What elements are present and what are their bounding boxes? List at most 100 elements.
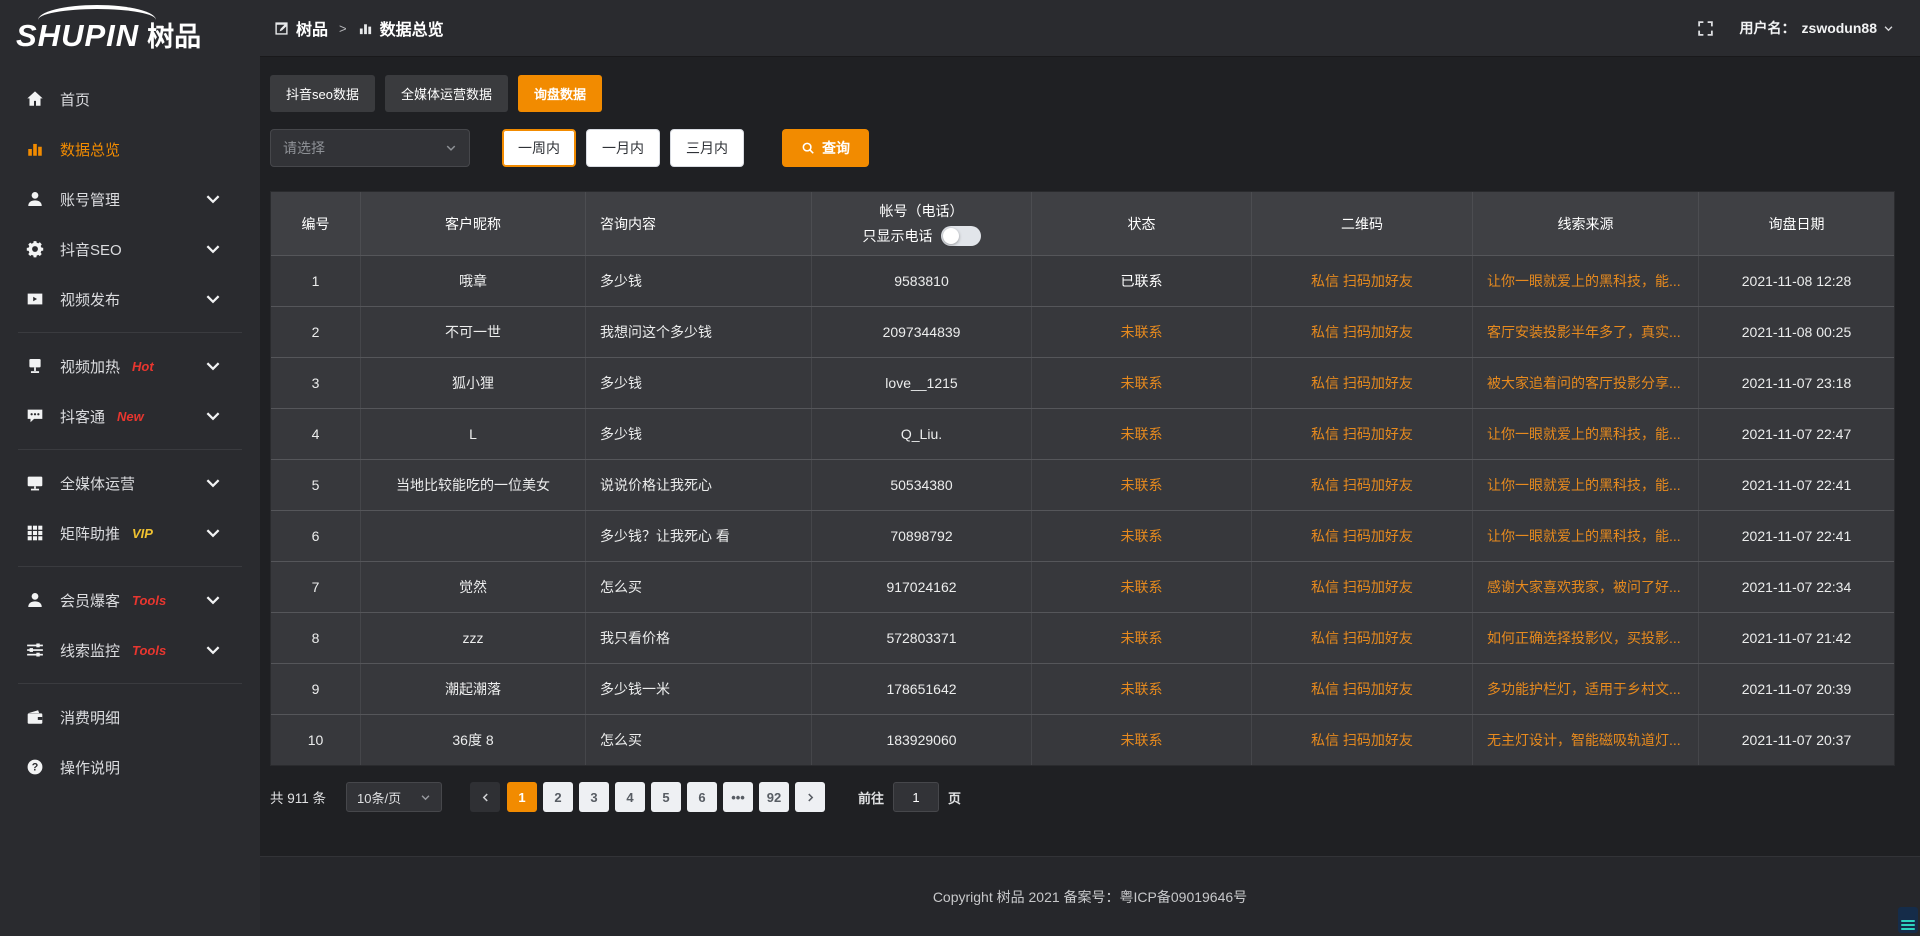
chevron-down-icon bbox=[204, 357, 222, 375]
gear-icon bbox=[26, 240, 44, 258]
username-dropdown[interactable]: 用户名：zswodun88 bbox=[1740, 18, 1894, 38]
question-icon: ? bbox=[26, 758, 44, 776]
cell-qrcode[interactable]: 私信 扫码加好友 bbox=[1252, 409, 1473, 459]
cell-id: 7 bbox=[271, 562, 361, 612]
next-page-button[interactable] bbox=[795, 782, 825, 812]
cell-qrcode[interactable]: 私信 扫码加好友 bbox=[1252, 715, 1473, 765]
cell-source[interactable]: 多功能护栏灯，适用于乡村文... bbox=[1473, 664, 1699, 714]
cell-account: 183929060 bbox=[812, 715, 1032, 765]
cell-qrcode[interactable]: 私信 扫码加好友 bbox=[1252, 307, 1473, 357]
sidebar-item-video-heat[interactable]: 视频加热Hot bbox=[0, 341, 260, 391]
sidebar-item-label: 数据总览 bbox=[60, 139, 120, 160]
sidebar-item-video-publish[interactable]: 视频发布 bbox=[0, 274, 260, 324]
cell-source[interactable]: 感谢大家喜欢我家，被问了好... bbox=[1473, 562, 1699, 612]
range-buttons: 一周内一月内三月内 bbox=[502, 129, 754, 167]
cell-status: 未联系 bbox=[1032, 562, 1252, 612]
cell-nickname: zzz bbox=[361, 613, 586, 663]
tab-media-operation-data[interactable]: 全媒体运营数据 bbox=[385, 75, 508, 112]
cell-content: 我只看价格 bbox=[586, 613, 812, 663]
cell-source[interactable]: 无主灯设计，智能磁吸轨道灯... bbox=[1473, 715, 1699, 765]
page-list: 123456•••92 bbox=[504, 782, 792, 812]
sidebar-item-label: 会员爆客 bbox=[60, 590, 120, 611]
cell-source[interactable]: 让你一眼就爱上的黑科技，能... bbox=[1473, 460, 1699, 510]
chevron-down-icon bbox=[204, 474, 222, 492]
sidebar-item-media-operation[interactable]: 全媒体运营 bbox=[0, 458, 260, 508]
topbar: 树品 > 数据总览 用户名：zswodun88 bbox=[260, 0, 1920, 57]
sidebar-item-matrix-boost[interactable]: 矩阵助推VIP bbox=[0, 508, 260, 558]
breadcrumb-root[interactable]: 树品 bbox=[296, 16, 328, 40]
sidebar-item-instructions[interactable]: ?操作说明 bbox=[0, 742, 260, 792]
grid-icon bbox=[26, 524, 44, 542]
page-button-5[interactable]: 5 bbox=[651, 782, 681, 812]
col-header-status: 状态 bbox=[1032, 192, 1252, 255]
cell-account: Q_Liu. bbox=[812, 409, 1032, 459]
cell-qrcode[interactable]: 私信 扫码加好友 bbox=[1252, 511, 1473, 561]
cell-qrcode[interactable]: 私信 扫码加好友 bbox=[1252, 613, 1473, 663]
sidebar-item-douketong[interactable]: 抖客通New bbox=[0, 391, 260, 441]
cell-source[interactable]: 客厅安装投影半年多了，真实... bbox=[1473, 307, 1699, 357]
cell-source[interactable]: 如何正确选择投影仪，买投影... bbox=[1473, 613, 1699, 663]
cell-qrcode[interactable]: 私信 扫码加好友 bbox=[1252, 562, 1473, 612]
page-button-92[interactable]: 92 bbox=[759, 782, 789, 812]
goto-suffix: 页 bbox=[948, 788, 961, 807]
page-button-2[interactable]: 2 bbox=[543, 782, 573, 812]
cell-source[interactable]: 让你一眼就爱上的黑科技，能... bbox=[1473, 511, 1699, 561]
page-button-4[interactable]: 4 bbox=[615, 782, 645, 812]
cell-content: 怎么买 bbox=[586, 715, 812, 765]
sidebar-item-home[interactable]: 首页 bbox=[0, 74, 260, 124]
chevron-down-icon bbox=[204, 524, 222, 542]
prev-page-button[interactable] bbox=[470, 782, 500, 812]
breadcrumb-current: 数据总览 bbox=[380, 16, 444, 40]
only-phone-toggle[interactable] bbox=[941, 226, 981, 246]
inquiry-table: 编号 客户昵称 咨询内容 帐号（电话） 只显示电话 状态 二维码 线索来源 询盘… bbox=[270, 191, 1895, 766]
cell-source[interactable]: 让你一眼就爱上的黑科技，能... bbox=[1473, 409, 1699, 459]
tab-douyin-seo-data[interactable]: 抖音seo数据 bbox=[270, 75, 375, 112]
filter-select-placeholder: 请选择 bbox=[283, 138, 325, 158]
range-button-1[interactable]: 一月内 bbox=[586, 129, 660, 167]
cell-source[interactable]: 被大家追着问的客厅投影分享... bbox=[1473, 358, 1699, 408]
range-button-0[interactable]: 一周内 bbox=[502, 129, 576, 167]
status-badge: 未联系 bbox=[1121, 679, 1163, 699]
sidebar-item-consume-detail[interactable]: 消费明细 bbox=[0, 692, 260, 742]
sidebar-item-douyin-seo[interactable]: 抖音SEO bbox=[0, 224, 260, 274]
page-size-select[interactable]: 10条/页 bbox=[346, 782, 442, 812]
cell-qrcode[interactable]: 私信 扫码加好友 bbox=[1252, 664, 1473, 714]
query-button[interactable]: 查询 bbox=[782, 129, 869, 167]
page-button-6[interactable]: 6 bbox=[687, 782, 717, 812]
filter-select[interactable]: 请选择 bbox=[270, 129, 470, 167]
goto-page: 前往 页 bbox=[858, 782, 961, 812]
content-area: 抖音seo数据全媒体运营数据询盘数据 请选择 一周内一月内三月内 查询 bbox=[260, 57, 1920, 856]
sidebar-item-member-burst[interactable]: 会员爆客 Tools bbox=[0, 575, 260, 625]
home-icon bbox=[26, 90, 44, 108]
sidebar-item-data-overview[interactable]: 数据总览 bbox=[0, 124, 260, 174]
wallet-icon bbox=[26, 708, 44, 726]
cell-qrcode[interactable]: 私信 扫码加好友 bbox=[1252, 358, 1473, 408]
page-button-1[interactable]: 1 bbox=[507, 782, 537, 812]
fullscreen-icon[interactable] bbox=[1697, 20, 1714, 37]
col-header-source: 线索来源 bbox=[1473, 192, 1699, 255]
cell-qrcode[interactable]: 私信 扫码加好友 bbox=[1252, 256, 1473, 306]
range-button-2[interactable]: 三月内 bbox=[670, 129, 744, 167]
sidebar-item-badge: Tools bbox=[132, 593, 166, 608]
chevron-right-icon bbox=[805, 792, 816, 803]
corner-widget-icon[interactable] bbox=[1898, 907, 1918, 933]
status-badge: 未联系 bbox=[1121, 730, 1163, 750]
cell-status: 未联系 bbox=[1032, 715, 1252, 765]
cell-source[interactable]: 让你一眼就爱上的黑科技，能... bbox=[1473, 256, 1699, 306]
page-button-3[interactable]: 3 bbox=[579, 782, 609, 812]
table-row: 1哦章多少钱9583810已联系私信 扫码加好友让你一眼就爱上的黑科技，能...… bbox=[271, 255, 1894, 306]
sidebar-item-account-manage[interactable]: 账号管理 bbox=[0, 174, 260, 224]
sidebar-item-clue-monitor[interactable]: 线索监控Tools bbox=[0, 625, 260, 675]
cell-qrcode[interactable]: 私信 扫码加好友 bbox=[1252, 460, 1473, 510]
tab-inquiry-data[interactable]: 询盘数据 bbox=[518, 75, 602, 112]
cell-date: 2021-11-08 00:25 bbox=[1699, 307, 1894, 357]
goto-page-input[interactable] bbox=[893, 782, 939, 812]
cell-content: 多少钱？让我死心 看 bbox=[586, 511, 812, 561]
cell-nickname: L bbox=[361, 409, 586, 459]
logo-text-cjk: 树品 bbox=[147, 15, 201, 54]
sidebar-item-badge: VIP bbox=[132, 526, 153, 541]
goto-label: 前往 bbox=[858, 788, 884, 807]
page-ellipsis-button[interactable]: ••• bbox=[723, 782, 753, 812]
username-label: 用户名： bbox=[1740, 18, 1796, 38]
only-phone-label: 只显示电话 bbox=[863, 226, 933, 246]
